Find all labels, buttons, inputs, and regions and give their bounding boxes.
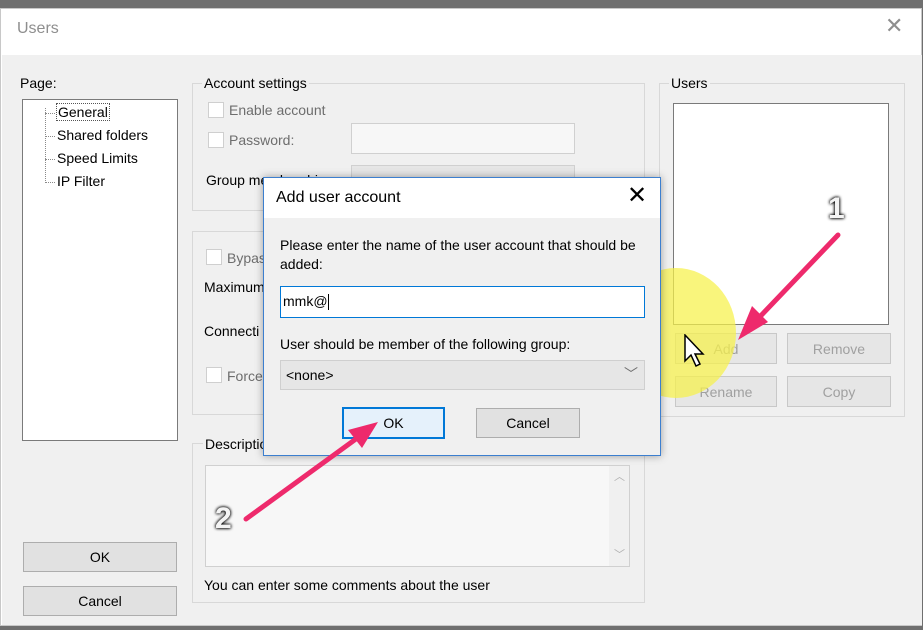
arrow-1-shaft (749, 232, 841, 328)
annotation-arrows (243, 232, 841, 522)
arrow-2-shaft (243, 433, 363, 522)
annotation-number-1: 1 (828, 192, 845, 225)
annotation-number-2: 2 (215, 502, 232, 535)
